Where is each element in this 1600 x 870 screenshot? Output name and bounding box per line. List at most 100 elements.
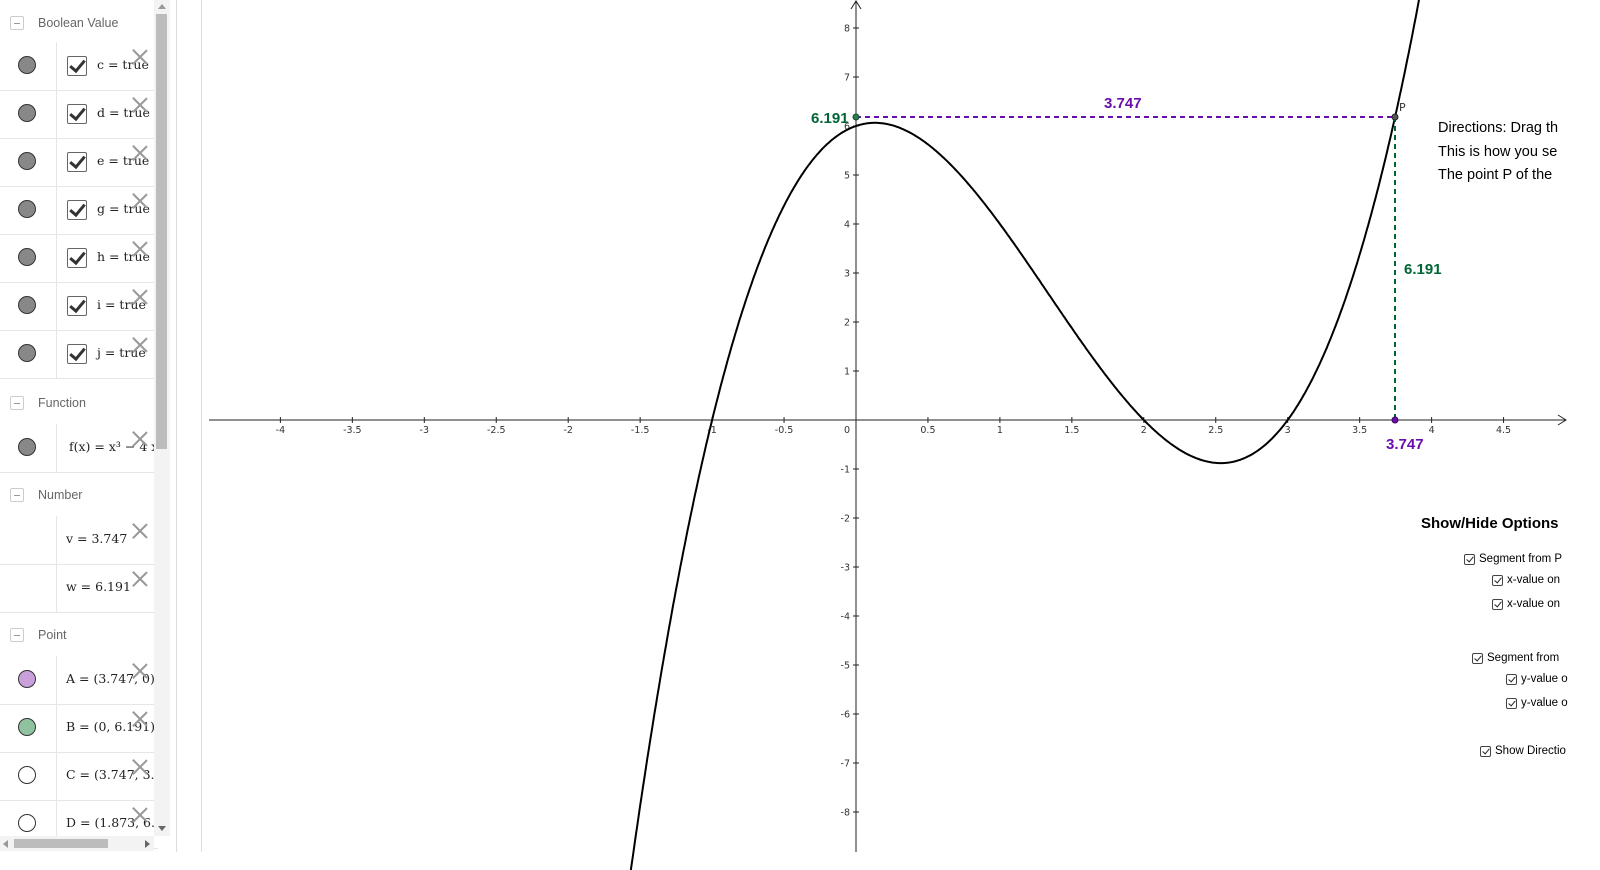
checkbox-icon[interactable]: [1480, 745, 1491, 757]
y-tick-label: 7: [844, 73, 850, 84]
visibility-toggle[interactable]: [18, 104, 36, 122]
checkbox-icon[interactable]: [1506, 673, 1517, 685]
point-P[interactable]: [1391, 113, 1399, 121]
scroll-up-icon[interactable]: [158, 4, 166, 9]
option-y-value-1[interactable]: y-value o: [1506, 673, 1568, 685]
visibility-toggle[interactable]: [18, 718, 36, 736]
checkbox-icon[interactable]: [1492, 574, 1503, 586]
boolean-row[interactable]: i = true: [0, 282, 158, 331]
number-row-v[interactable]: v = 3.747: [0, 516, 158, 565]
number-text[interactable]: v = 3.747: [66, 531, 127, 546]
option-x-value-1[interactable]: x-value on: [1492, 574, 1560, 586]
checkbox-icon[interactable]: [67, 200, 87, 220]
directions-line: This is how you se: [1438, 143, 1558, 160]
boolean-row[interactable]: d = true: [0, 90, 158, 139]
point-row[interactable]: B = (0, 6.191): [0, 704, 158, 753]
option-x-value-2[interactable]: x-value on: [1492, 598, 1560, 610]
scrollbar-thumb[interactable]: [156, 14, 167, 449]
directions-line: Directions: Drag th: [1438, 120, 1559, 136]
delete-icon[interactable]: [131, 710, 149, 728]
checkbox-icon[interactable]: [1506, 697, 1517, 709]
checkbox-icon[interactable]: [67, 296, 87, 316]
visibility-toggle[interactable]: [18, 296, 36, 314]
visibility-toggle[interactable]: [18, 814, 36, 832]
delete-icon[interactable]: [131, 192, 149, 210]
number-row-w[interactable]: w = 6.191: [0, 564, 158, 613]
checkbox-icon[interactable]: [67, 248, 87, 268]
category-number[interactable]: Number: [0, 472, 158, 518]
visibility-toggle[interactable]: [18, 670, 36, 688]
option-show-directions[interactable]: Show Directio: [1480, 745, 1566, 757]
checkbox-icon[interactable]: [1472, 652, 1483, 664]
point-P-label: P: [1399, 101, 1406, 114]
delete-icon[interactable]: [131, 430, 149, 448]
point-row[interactable]: A = (3.747, 0): [0, 656, 158, 705]
checkbox-icon[interactable]: [67, 344, 87, 364]
visibility-toggle[interactable]: [18, 438, 36, 456]
option-segment-from[interactable]: Segment from: [1472, 652, 1559, 664]
x-tick-label: -2.5: [487, 425, 506, 436]
scroll-down-icon[interactable]: [158, 826, 166, 831]
y-tick-label: -3: [841, 563, 850, 574]
delete-icon[interactable]: [131, 758, 149, 776]
category-point[interactable]: Point: [0, 612, 158, 658]
vertical-scrollbar[interactable]: [154, 0, 170, 836]
boolean-row[interactable]: g = true: [0, 186, 158, 235]
delete-icon[interactable]: [131, 144, 149, 162]
scroll-left-icon[interactable]: [3, 840, 8, 848]
delete-icon[interactable]: [131, 336, 149, 354]
number-text[interactable]: w = 6.191: [66, 579, 131, 594]
collapse-icon[interactable]: [10, 396, 24, 410]
scrollbar-thumb[interactable]: [14, 839, 108, 848]
point-A[interactable]: [1391, 416, 1399, 424]
delete-icon[interactable]: [131, 48, 149, 66]
collapse-icon[interactable]: [10, 628, 24, 642]
boolean-row[interactable]: h = true: [0, 234, 158, 283]
boolean-row[interactable]: j = true: [0, 330, 158, 379]
category-function[interactable]: Function: [0, 380, 158, 426]
checkbox-icon[interactable]: [67, 152, 87, 172]
y-tick-label: -5: [841, 661, 850, 672]
y-tick-label: -1: [841, 465, 850, 476]
y-tick-label: 1: [844, 367, 850, 378]
delete-icon[interactable]: [131, 806, 149, 824]
horizontal-segment-label: 3.747: [1104, 95, 1142, 112]
panel-divider[interactable]: [176, 0, 177, 852]
collapse-icon[interactable]: [10, 488, 24, 502]
visibility-toggle[interactable]: [18, 766, 36, 784]
checkbox-icon[interactable]: [1464, 553, 1475, 565]
x-tick-label: -2: [563, 425, 572, 436]
boolean-row[interactable]: c = true: [0, 42, 158, 91]
visibility-toggle[interactable]: [18, 200, 36, 218]
collapse-icon[interactable]: [10, 16, 24, 30]
graphics-view[interactable]: -4 -3.5 -3 -2.5 -2 -1.5 -1 -0.5 0 0.5 1 1.5 2 2.5 3 3.5…: [0, 0, 1600, 870]
delete-icon[interactable]: [131, 570, 149, 588]
delete-icon[interactable]: [131, 288, 149, 306]
horizontal-scrollbar[interactable]: [0, 836, 154, 851]
function-curve-f[interactable]: [626, 0, 1428, 870]
function-row[interactable]: f(x) = x³ − 4 x: [0, 424, 158, 473]
visibility-toggle[interactable]: [18, 152, 36, 170]
delete-icon[interactable]: [131, 96, 149, 114]
category-boolean[interactable]: Boolean Value: [0, 0, 158, 46]
scroll-right-icon[interactable]: [145, 840, 150, 848]
option-y-value-2[interactable]: y-value o: [1506, 697, 1568, 709]
checkbox-icon[interactable]: [67, 104, 87, 124]
delete-icon[interactable]: [131, 662, 149, 680]
visibility-toggle[interactable]: [18, 248, 36, 266]
y-axis-value-label: 6.191: [811, 110, 849, 127]
option-label: x-value on: [1507, 598, 1561, 610]
checkbox-icon[interactable]: [67, 56, 87, 76]
checkbox-icon[interactable]: [1492, 598, 1503, 610]
show-hide-options: Show/Hide Options Segment from P x-value…: [1420, 515, 1600, 775]
option-segment-from-p[interactable]: Segment from P: [1464, 553, 1562, 565]
option-label: Segment from P: [1479, 553, 1563, 565]
point-B[interactable]: [852, 113, 860, 121]
x-tick-label: 3.5: [1352, 425, 1367, 436]
boolean-row[interactable]: e = true: [0, 138, 158, 187]
delete-icon[interactable]: [131, 522, 149, 540]
point-row[interactable]: C = (3.747, 3.0: [0, 752, 162, 801]
visibility-toggle[interactable]: [18, 56, 36, 74]
visibility-toggle[interactable]: [18, 344, 36, 362]
delete-icon[interactable]: [131, 240, 149, 258]
